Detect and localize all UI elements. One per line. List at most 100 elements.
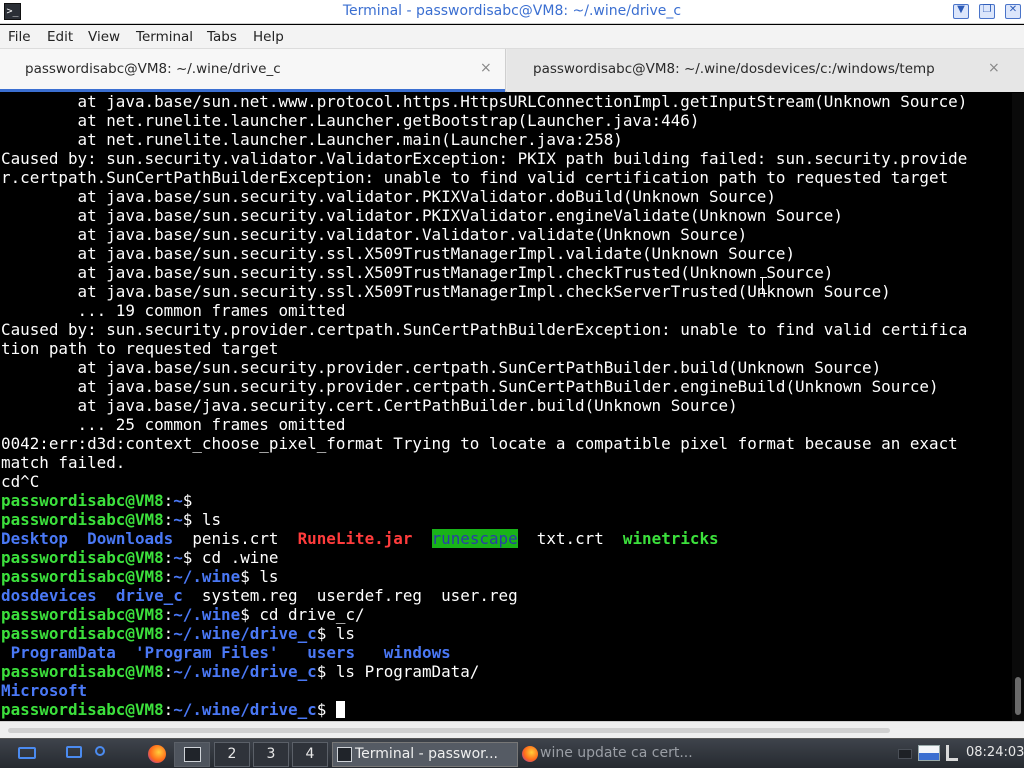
terminal-segment: passwordisabc@VM8 bbox=[1, 567, 164, 586]
terminal-segment: match failed. bbox=[1, 453, 126, 472]
terminal-segment: : bbox=[163, 662, 174, 681]
volume-icon[interactable] bbox=[946, 745, 958, 761]
terminal-line: at java.base/sun.security.validator.PKIX… bbox=[1, 206, 967, 225]
terminal-line: Caused by: sun.security.validator.Valida… bbox=[1, 149, 967, 168]
terminal-line: ... 19 common frames omitted bbox=[1, 301, 967, 320]
menu-terminal[interactable]: Terminal bbox=[136, 29, 193, 45]
search-button[interactable] bbox=[92, 744, 114, 764]
close-button[interactable]: ✕ bbox=[1005, 4, 1021, 19]
firefox-launcher[interactable] bbox=[146, 744, 168, 764]
window-bottom-edge bbox=[0, 721, 1024, 738]
clock[interactable]: 08:24:03 bbox=[966, 745, 1024, 760]
terminal-line: at net.runelite.launcher.Launcher.getBoo… bbox=[1, 111, 967, 130]
terminal-segment: passwordisabc@VM8 bbox=[1, 548, 164, 567]
app-menu-button[interactable] bbox=[64, 744, 86, 764]
tab-windows-temp[interactable]: passwordisabc@VM8: ~/.wine/dosdevices/c:… bbox=[507, 49, 1024, 92]
terminal-segment bbox=[412, 529, 431, 548]
terminal-segment: 'Program Files' bbox=[134, 643, 279, 662]
terminal-icon bbox=[184, 747, 201, 762]
terminal-segment bbox=[278, 643, 307, 662]
terminal-segment: $ ls ProgramData/ bbox=[316, 662, 480, 681]
terminal-line: tion path to requested target bbox=[1, 339, 967, 358]
terminal-segment: at java.base/sun.security.ssl.X509TrustM… bbox=[1, 263, 834, 282]
network-icon[interactable] bbox=[918, 745, 940, 761]
menu-edit[interactable]: Edit bbox=[47, 29, 73, 45]
terminal-segment: RuneLite.jar bbox=[297, 529, 413, 548]
terminal-segment: ... 25 common frames omitted bbox=[1, 415, 346, 434]
task-label: wine update ca cert... bbox=[540, 745, 693, 761]
terminal-segment: : bbox=[163, 491, 174, 510]
terminal-segment bbox=[116, 643, 135, 662]
terminal-segment: : bbox=[163, 700, 174, 719]
maximize-button[interactable]: ❐ bbox=[979, 4, 995, 19]
menu-view[interactable]: View bbox=[88, 29, 120, 45]
terminal-segment: : bbox=[163, 567, 174, 586]
terminal-segment: at java.base/sun.security.validator.Vali… bbox=[1, 225, 748, 244]
terminal-segment: at java.base/sun.security.validator.PKIX… bbox=[1, 187, 776, 206]
terminal-launcher[interactable] bbox=[174, 742, 210, 767]
terminal-line: Microsoft bbox=[1, 681, 967, 700]
terminal-segment: passwordisabc@VM8 bbox=[1, 491, 164, 510]
terminal-segment: tion path to requested target bbox=[1, 339, 279, 358]
terminal-segment: ~/.wine bbox=[173, 605, 241, 624]
terminal-segment: ... 19 common frames omitted bbox=[1, 301, 346, 320]
minimize-button[interactable]: ▼ bbox=[953, 4, 969, 19]
terminal-line: at java.base/sun.security.ssl.X509TrustM… bbox=[1, 263, 967, 282]
terminal-line: ProgramData 'Program Files' users window… bbox=[1, 643, 967, 662]
terminal-segment: penis.crt bbox=[173, 529, 298, 548]
terminal-segment: $ cd drive_c/ bbox=[240, 605, 365, 624]
terminal-segment: at net.runelite.launcher.Launcher.getBoo… bbox=[1, 111, 700, 130]
terminal-line: r.certpath.SunCertPathBuilderException: … bbox=[1, 168, 967, 187]
tab-close-icon[interactable]: × bbox=[988, 60, 1000, 76]
terminal-segment: passwordisabc@VM8 bbox=[1, 700, 164, 719]
menu-help[interactable]: Help bbox=[253, 29, 284, 45]
terminal-segment: $ bbox=[316, 700, 336, 719]
show-desktop-button[interactable] bbox=[8, 744, 48, 764]
workspace-2[interactable]: 2 bbox=[214, 742, 250, 767]
terminal-segment: at java.base/sun.security.ssl.X509TrustM… bbox=[1, 244, 796, 263]
terminal-line: passwordisabc@VM8:~$ bbox=[1, 491, 967, 510]
workspace-4[interactable]: 4 bbox=[292, 742, 328, 767]
terminal-line: passwordisabc@VM8:~$ ls bbox=[1, 510, 967, 529]
terminal-line: at net.runelite.launcher.Launcher.main(L… bbox=[1, 130, 967, 149]
horizontal-scroll-track[interactable] bbox=[8, 728, 890, 733]
terminal-line: at java.base/sun.security.validator.Vali… bbox=[1, 225, 967, 244]
terminal-segment: r.certpath.SunCertPathBuilderException: … bbox=[1, 168, 949, 187]
taskbar-item-firefox[interactable]: wine update ca cert... bbox=[520, 742, 702, 767]
terminal-segment: ~/.wine/drive_c bbox=[173, 662, 317, 681]
text-cursor-ibeam-icon bbox=[760, 277, 768, 294]
terminal-segment: $ ls bbox=[316, 624, 356, 643]
terminal-segment: ~/.wine/drive_c bbox=[173, 624, 317, 643]
window-titlebar[interactable]: >_ Terminal - passwordisabc@VM8: ~/.wine… bbox=[0, 0, 1024, 24]
terminal-segment: txt.crt bbox=[517, 529, 623, 548]
menu-file[interactable]: File bbox=[8, 29, 31, 45]
menu-tabs[interactable]: Tabs bbox=[207, 29, 237, 45]
terminal-segment: dosdevices bbox=[1, 586, 97, 605]
terminal-line: passwordisabc@VM8:~/.wine/drive_c$ ls Pr… bbox=[1, 662, 967, 681]
window-title: Terminal - passwordisabc@VM8: ~/.wine/dr… bbox=[342, 3, 682, 19]
tray-item[interactable] bbox=[898, 749, 912, 759]
terminal-segment: at java.base/sun.security.provider.certp… bbox=[1, 358, 882, 377]
terminal-line: ... 25 common frames omitted bbox=[1, 415, 967, 434]
terminal-segment: $ bbox=[182, 491, 193, 510]
terminal-line: dosdevices drive_c system.reg userdef.re… bbox=[1, 586, 967, 605]
terminal-segment: $ ls bbox=[240, 567, 279, 586]
scrollbar-thumb[interactable] bbox=[1015, 677, 1021, 715]
terminal-line: at java.base/sun.net.www.protocol.https.… bbox=[1, 93, 968, 111]
terminal-text: at java.base/sun.net.www.protocol.https.… bbox=[1, 93, 967, 719]
search-icon bbox=[95, 746, 105, 756]
tab-drive-c[interactable]: passwordisabc@VM8: ~/.wine/drive_c × bbox=[0, 49, 506, 92]
workspace-3[interactable]: 3 bbox=[253, 742, 289, 767]
terminal-segment: ~ bbox=[173, 491, 183, 510]
tab-close-icon[interactable]: × bbox=[480, 60, 492, 76]
terminal-scrollbar[interactable] bbox=[1012, 93, 1024, 721]
terminal-segment: ProgramData bbox=[10, 643, 116, 662]
terminal-line: passwordisabc@VM8:~/.wine/drive_c$ ls bbox=[1, 624, 967, 643]
tab-label: passwordisabc@VM8: ~/.wine/drive_c bbox=[25, 61, 281, 77]
terminal-segment: users bbox=[307, 643, 356, 662]
taskbar: 2 3 4 Terminal - passwor... wine update … bbox=[0, 738, 1024, 768]
terminal-segment: Desktop bbox=[1, 529, 68, 548]
terminal-output[interactable]: at java.base/sun.net.www.protocol.https.… bbox=[0, 93, 1012, 721]
taskbar-item-terminal[interactable]: Terminal - passwor... bbox=[332, 742, 518, 767]
terminal-segment: ~ bbox=[173, 548, 183, 567]
